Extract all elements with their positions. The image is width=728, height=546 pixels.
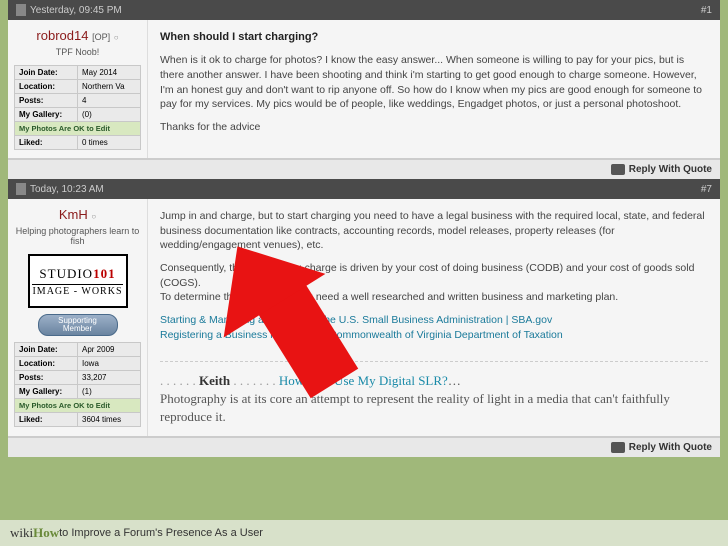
caption-bar: wikiHow to Improve a Forum's Presence As… xyxy=(0,520,728,546)
signature: . . . . . . Keith . . . . . . . How Do I… xyxy=(160,361,708,427)
sba-link[interactable]: Starting & Managing a Business | The U.S… xyxy=(160,314,552,326)
post-content: When should I start charging? When is it… xyxy=(148,20,720,158)
username-link[interactable]: robrod14 [OP] ○ xyxy=(14,28,141,43)
user-panel: robrod14 [OP] ○ TPF Noob! Join Date:May … xyxy=(8,20,148,158)
avatar[interactable]: STUDIO101 IMAGE - WORKS xyxy=(28,254,128,308)
user-stats: Join Date:Apr 2009 Location:Iowa Posts:3… xyxy=(14,342,141,427)
post-header: Yesterday, 09:45 PM #1 xyxy=(8,0,720,20)
post-timestamp: Today, 10:23 AM xyxy=(30,184,104,195)
user-panel: KmH ○ Helping photographers learn to fis… xyxy=(8,199,148,436)
signature-link[interactable]: How Do I Use My Digital SLR? xyxy=(279,373,448,388)
online-status-icon: ○ xyxy=(91,212,96,221)
photos-ok-badge: My Photos Are OK to Edit xyxy=(15,122,141,136)
supporting-member-badge: SupportingMember xyxy=(38,314,118,336)
quote-icon xyxy=(611,442,625,453)
op-badge: [OP] xyxy=(92,32,110,42)
post-header: Today, 10:23 AM #7 xyxy=(8,179,720,199)
post-title: When should I start charging? xyxy=(160,30,708,45)
quote-icon xyxy=(611,164,625,175)
online-status-icon: ○ xyxy=(114,33,119,42)
post-number[interactable]: #1 xyxy=(701,5,712,16)
reply-with-quote-button[interactable]: Reply With Quote xyxy=(629,442,712,453)
page-icon xyxy=(16,183,26,195)
post-content: Jump in and charge, but to start chargin… xyxy=(148,199,720,436)
photos-ok-badge: My Photos Are OK to Edit xyxy=(15,399,141,413)
post-timestamp: Yesterday, 09:45 PM xyxy=(30,5,122,16)
page-icon xyxy=(16,4,26,16)
user-title: Helping photographers learn to fish xyxy=(14,226,141,246)
username-link[interactable]: KmH ○ xyxy=(14,207,141,222)
post-number[interactable]: #7 xyxy=(701,184,712,195)
virginia-tax-link[interactable]: Registering a Business in Virginia -- Co… xyxy=(160,329,563,341)
user-stats: Join Date:May 2014 Location:Northern Va … xyxy=(14,65,141,150)
reply-with-quote-button[interactable]: Reply With Quote xyxy=(629,164,712,175)
user-title: TPF Noob! xyxy=(14,47,141,57)
